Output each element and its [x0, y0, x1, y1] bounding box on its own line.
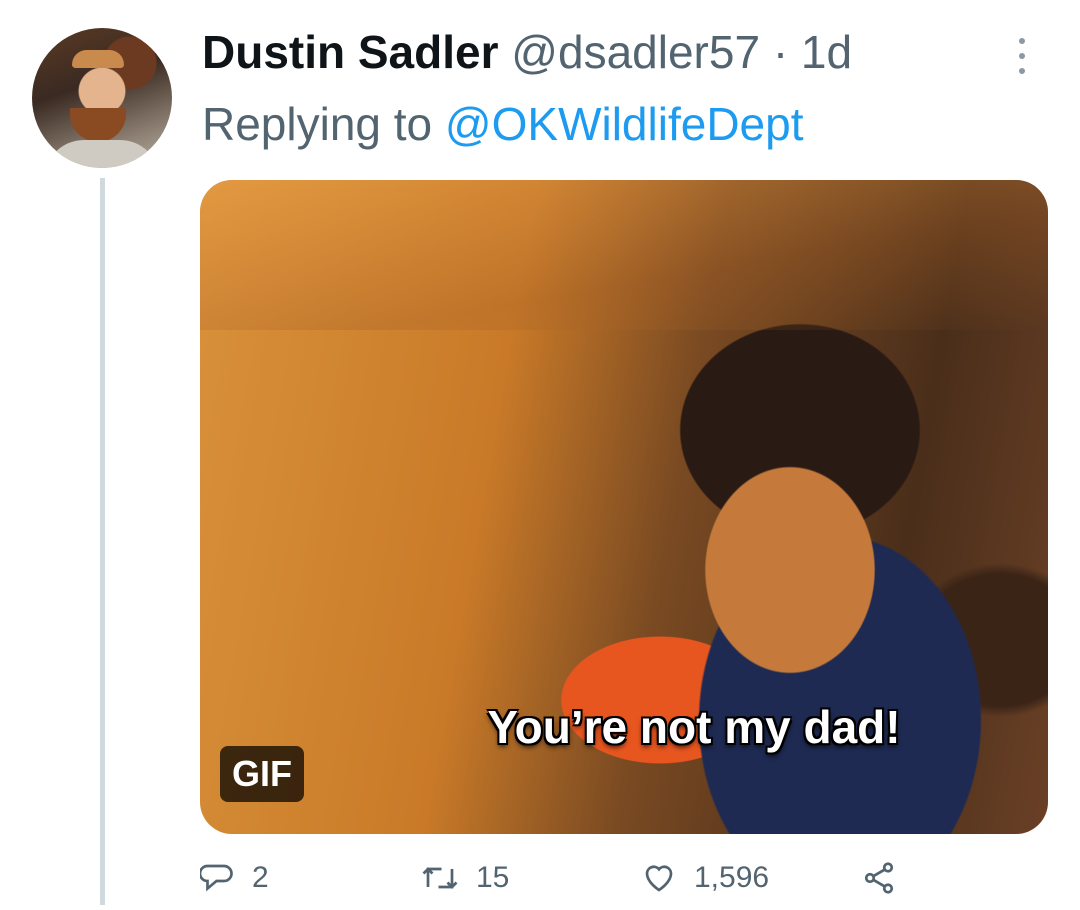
avatar-hair	[72, 50, 124, 68]
retweet-button[interactable]: 15	[420, 860, 509, 896]
more-icon[interactable]	[1014, 38, 1030, 74]
like-count: 1,596	[694, 861, 770, 894]
separator-dot: ·	[772, 26, 789, 78]
replying-to-line: Replying to @OKWildlifeDept	[202, 98, 804, 150]
tweet-time[interactable]: 1d	[801, 26, 852, 78]
retweet-icon	[422, 867, 458, 889]
avatar-beard	[70, 108, 126, 142]
tweet-gif-media[interactable]: You’re not my dad! GIF	[200, 180, 1048, 834]
gif-caption: You’re not my dad!	[487, 701, 901, 753]
replying-handle-link[interactable]: @OKWildlifeDept	[445, 98, 804, 150]
like-icon	[645, 865, 673, 892]
media-background	[200, 180, 1048, 330]
replying-prefix: Replying to	[202, 98, 433, 150]
share-icon	[864, 862, 894, 894]
avatar-shirt	[44, 140, 160, 168]
reply-button[interactable]: 2	[200, 860, 269, 896]
like-button[interactable]: 1,596	[640, 860, 769, 896]
reply-icon	[200, 864, 233, 892]
gif-badge: GIF	[220, 746, 304, 802]
tweet-header: Dustin Sadler @dsadler57 · 1d	[202, 26, 852, 78]
retweet-count: 15	[476, 861, 510, 894]
thread-line	[100, 178, 105, 905]
author-name[interactable]: Dustin Sadler	[202, 26, 499, 78]
reply-count: 2	[252, 861, 269, 894]
author-avatar[interactable]	[32, 28, 172, 168]
author-handle[interactable]: @dsadler57	[511, 26, 760, 78]
tweet-actions: 2 15 1,596	[200, 860, 1060, 910]
share-button[interactable]	[860, 860, 914, 896]
